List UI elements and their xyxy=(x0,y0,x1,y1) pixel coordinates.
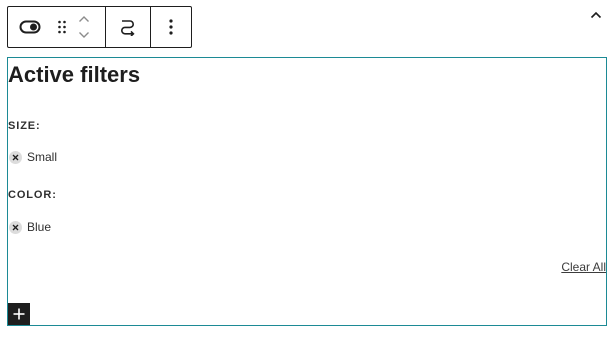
drag-handle-button[interactable] xyxy=(52,7,72,47)
block-movers xyxy=(72,7,96,47)
collapse-button[interactable] xyxy=(586,6,606,24)
move-down-button[interactable] xyxy=(72,27,96,43)
filter-chip-label: Small xyxy=(27,150,58,164)
clear-all-link[interactable]: Clear All xyxy=(561,260,606,274)
filter-heading-size: SIZE: xyxy=(8,120,41,132)
remove-filter-button[interactable] xyxy=(9,220,22,234)
chevron-down-icon xyxy=(79,32,89,38)
chevron-up-icon xyxy=(79,16,89,22)
toolbar-block-group xyxy=(8,7,106,47)
remove-filter-button[interactable] xyxy=(9,150,22,164)
options-button[interactable] xyxy=(151,7,191,47)
toolbar-transform-group xyxy=(106,7,151,47)
filter-chip-size[interactable]: Small xyxy=(9,149,57,165)
transform-icon xyxy=(121,20,135,36)
transform-button[interactable] xyxy=(108,7,148,47)
toolbar-options-group xyxy=(151,7,191,47)
block-title[interactable]: Active filters xyxy=(8,62,140,88)
close-icon xyxy=(12,154,19,160)
filter-chip-color[interactable]: Blue xyxy=(9,219,51,235)
toggle-icon xyxy=(19,20,41,34)
move-up-button[interactable] xyxy=(72,11,96,27)
filter-heading-color: COLOR: xyxy=(8,189,57,201)
close-icon xyxy=(12,224,19,230)
drag-handle-icon xyxy=(58,20,66,34)
chevron-up-icon xyxy=(590,11,602,19)
more-vertical-icon xyxy=(169,19,173,35)
filter-chip-label: Blue xyxy=(27,220,52,234)
active-filters-block[interactable]: Active filters SIZE: Small COLOR: Blue C… xyxy=(7,57,607,326)
block-inserter-button[interactable] xyxy=(8,303,30,325)
block-type-button[interactable] xyxy=(8,7,52,47)
block-toolbar xyxy=(7,6,192,48)
plus-icon xyxy=(13,308,25,320)
